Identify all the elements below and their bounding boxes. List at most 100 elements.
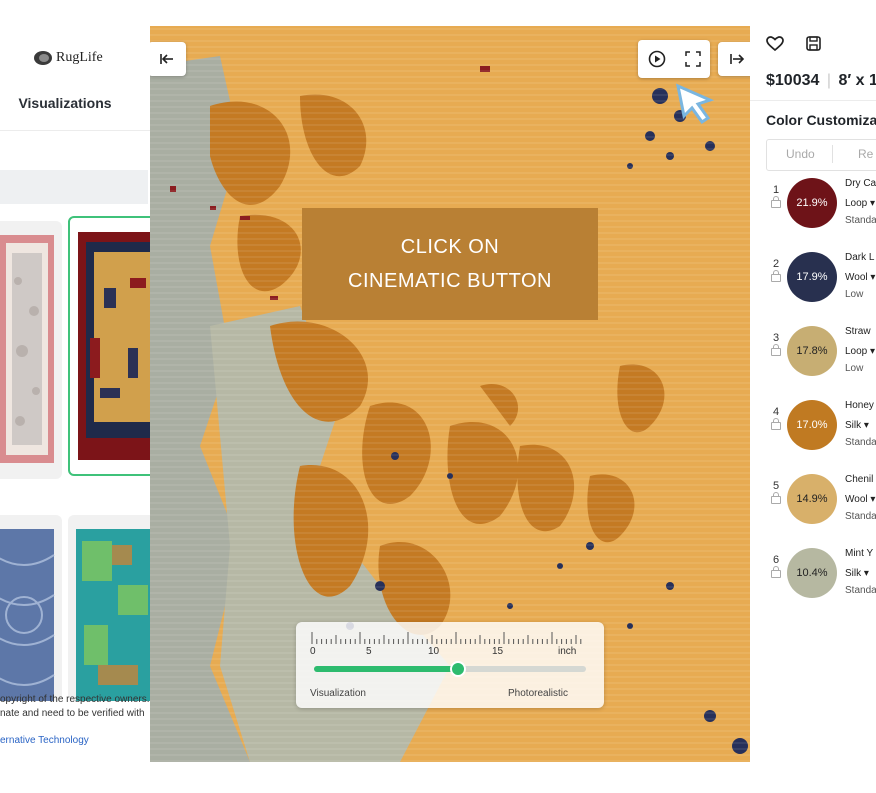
rug-size: 8′ x 10 [838, 72, 876, 89]
rug-thumbnail[interactable] [0, 515, 62, 701]
material-select[interactable]: Loop ▾ [845, 198, 875, 209]
tutorial-instruction-overlay: CLICK ON CINEMATIC BUTTON [302, 208, 598, 320]
color-row[interactable]: 5 14.9% Chenil Wool ▾ Standa [750, 474, 876, 548]
bottom-margin [0, 762, 876, 793]
material-select[interactable]: Loop ▾ [845, 346, 875, 357]
color-row[interactable]: 2 17.9% Dark L Wool ▾ Low [750, 252, 876, 326]
rug-thumbnail[interactable] [68, 515, 150, 701]
heart-icon[interactable] [766, 36, 784, 52]
ruler-ticks [311, 632, 582, 644]
pile-select[interactable]: Standa [845, 437, 876, 448]
ruler-tick-label: 15 [492, 646, 504, 657]
brand-logo[interactable]: RugLife [34, 50, 103, 66]
material-select[interactable]: Wool ▾ [845, 494, 875, 505]
material-value: Silk [845, 568, 862, 579]
material-select[interactable]: Wool ▾ [845, 272, 875, 283]
reset-button[interactable]: Re [858, 147, 873, 161]
color-swatch[interactable]: 14.9% [787, 474, 837, 524]
pile-select[interactable]: Low [845, 289, 863, 300]
pile-value: Low [845, 289, 864, 300]
color-index: 5 [773, 480, 780, 492]
slider-track[interactable] [314, 661, 586, 677]
color-swatch[interactable]: 21.9% [787, 178, 837, 228]
rug-thumbnail[interactable] [0, 221, 62, 479]
visualization-slider-card: 0 5 10 15 inch Visualization Photorealis… [296, 622, 604, 708]
undo-button[interactable]: Undo [786, 147, 815, 161]
rug-visualization-canvas[interactable]: CLICK ON CINEMATIC BUTTON 0 5 10 15 inch… [150, 26, 750, 762]
color-row[interactable]: 6 10.4% Mint Y Silk ▾ Standa [750, 548, 876, 622]
color-row[interactable]: 3 17.8% Straw Loop ▾ Low [750, 326, 876, 400]
chevron-down-icon: ▾ [870, 346, 876, 357]
ruler-unit-label: inch [558, 646, 577, 657]
divider [832, 145, 833, 163]
visualizations-panel: RugLife Visualizations opyright of the r… [0, 26, 151, 762]
color-name: Dark L [845, 252, 875, 263]
color-name: Chenil [845, 474, 874, 485]
color-percentage: 17.8% [796, 345, 828, 357]
collapse-left-icon [160, 54, 173, 64]
color-name: Dry Ca [845, 178, 876, 189]
pile-select[interactable]: Standa [845, 215, 876, 226]
material-value: Loop [845, 198, 868, 209]
color-name: Straw [845, 326, 871, 337]
save-icon[interactable] [806, 36, 821, 51]
yarn-ball-icon [34, 51, 52, 65]
color-swatch[interactable]: 17.8% [787, 326, 837, 376]
cinematic-button[interactable] [648, 50, 666, 68]
fullscreen-button[interactable] [684, 51, 701, 67]
play-circle-icon [648, 50, 665, 68]
color-percentage: 10.4% [796, 567, 828, 579]
divider [750, 100, 876, 101]
fullscreen-icon [684, 51, 701, 67]
lock-icon[interactable] [771, 196, 781, 208]
section-title: Color Customiza [766, 112, 876, 128]
chevron-down-icon: ▾ [870, 198, 876, 209]
chevron-down-icon: ▾ [863, 420, 869, 431]
lock-icon[interactable] [771, 418, 781, 430]
material-value: Silk [845, 420, 862, 431]
color-percentage: 21.9% [796, 197, 828, 209]
price: $10034 [766, 72, 820, 89]
rug-thumbnail-selected[interactable] [68, 216, 150, 476]
color-swatch[interactable]: 17.0% [787, 400, 837, 450]
lock-icon[interactable] [771, 566, 781, 578]
material-select[interactable]: Silk ▾ [845, 420, 869, 431]
material-value: Loop [845, 346, 868, 357]
lock-icon[interactable] [771, 270, 781, 282]
pile-select[interactable]: Standa [845, 511, 876, 522]
ruler-tick-label: 10 [428, 646, 440, 657]
rug-thumbnail-image [0, 529, 55, 701]
color-index: 1 [773, 184, 780, 196]
mouse-pointer-icon [675, 83, 715, 125]
lock-icon[interactable] [771, 344, 781, 356]
pile-value: Standa [845, 511, 876, 522]
view-controls [638, 40, 710, 78]
color-customization-panel: $10034 | 8′ x 10 Color Customiza Undo Re… [750, 26, 876, 762]
pile-value: Standa [845, 585, 876, 596]
filter-bar[interactable] [0, 170, 148, 204]
color-row[interactable]: 4 17.0% Honey Silk ▾ Standa [750, 400, 876, 474]
material-select[interactable]: Silk ▾ [845, 568, 869, 579]
pile-select[interactable]: Standa [845, 585, 876, 596]
color-index: 2 [773, 258, 780, 270]
color-row[interactable]: 1 21.9% Dry Ca Loop ▾ Standa [750, 178, 876, 252]
instruction-line-1: CLICK ON [400, 236, 500, 258]
lock-icon[interactable] [771, 492, 781, 504]
slider-fill [314, 666, 459, 672]
collapse-left-panel-button[interactable] [150, 42, 186, 76]
color-percentage: 17.9% [796, 271, 828, 283]
pile-value: Standa [845, 215, 876, 226]
ruler-tick-label: 0 [310, 646, 316, 657]
color-index: 6 [773, 554, 780, 566]
pile-select[interactable]: Low [845, 363, 863, 374]
color-swatch[interactable]: 10.4% [787, 548, 837, 598]
color-index: 4 [773, 406, 780, 418]
chevron-down-icon: ▾ [870, 494, 876, 505]
expand-right-icon [730, 54, 745, 64]
rug-thumbnail-image [76, 529, 150, 701]
technology-link[interactable]: ernative Technology [0, 735, 89, 746]
expand-right-panel-button[interactable] [718, 42, 750, 76]
material-value: Wool [845, 494, 868, 505]
slider-handle[interactable] [450, 661, 467, 677]
color-swatch[interactable]: 17.9% [787, 252, 837, 302]
